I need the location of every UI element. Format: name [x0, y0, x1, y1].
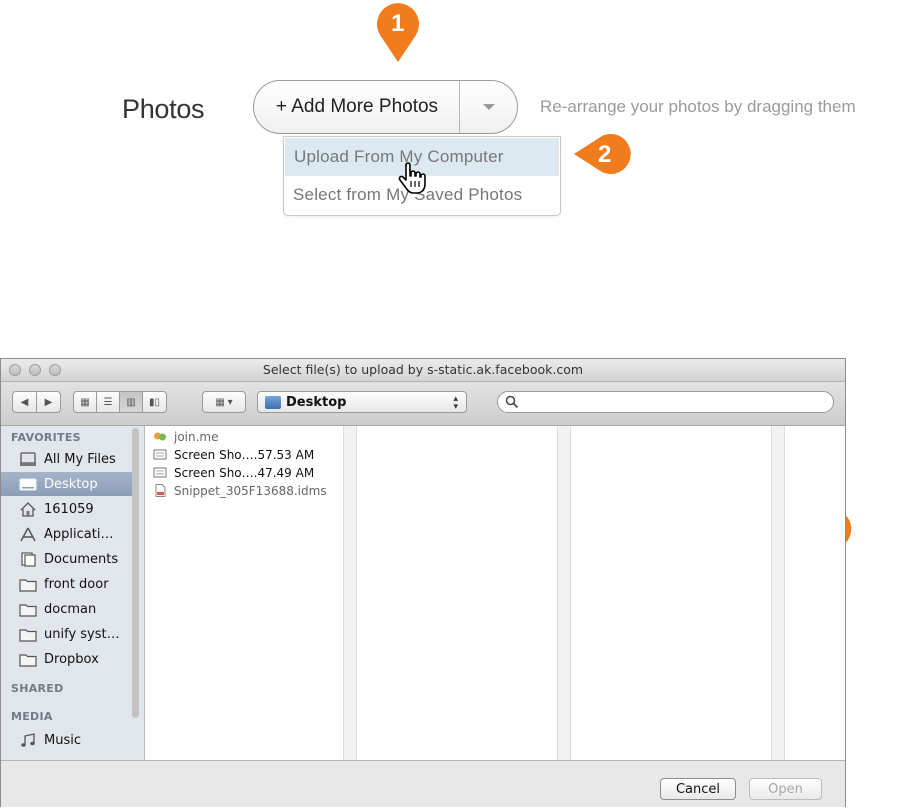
sidebar-item-label: unify syst…	[44, 626, 120, 642]
dialog-title: Select file(s) to upload by s-static.ak.…	[262, 362, 584, 377]
dialog-toolbar: ◀ ▶ ▦ ☰ ▥ ▮▯ ▦ ▾ Desktop ▴ ▾	[1, 382, 845, 426]
view-coverflow-button[interactable]: ▮▯	[142, 391, 167, 413]
arrange-button[interactable]: ▦ ▾	[202, 391, 246, 413]
sidebar-item-label: 161059	[44, 501, 94, 517]
file-name: Screen Sho….57.53 AM	[174, 447, 315, 462]
sidebar-item-label: All My Files	[44, 451, 116, 467]
add-more-photos-button[interactable]: + Add More Photos	[254, 81, 460, 133]
file-name: join.me	[174, 429, 219, 444]
sidebar-header-favorites: FAVORITES	[11, 431, 81, 444]
list-view-icon: ☰	[103, 396, 113, 408]
finder-sidebar: FAVORITES All My Files Desktop 161059 Ap…	[1, 426, 145, 760]
file-item-snippet[interactable]: Snippet_305F13688.idms	[153, 482, 327, 499]
sidebar-item-label: docman	[44, 601, 97, 617]
applications-icon	[20, 527, 36, 541]
split-divider	[459, 81, 460, 133]
view-columns-button[interactable]: ▥	[119, 391, 143, 413]
cancel-button[interactable]: Cancel	[660, 778, 736, 800]
sidebar-item-desktop[interactable]: Desktop	[1, 472, 132, 496]
sidebar-item-music[interactable]: Music	[1, 728, 132, 752]
sidebar-item-label: Desktop	[44, 476, 98, 492]
sidebar-scrollbar[interactable]	[132, 428, 139, 718]
screenshot-icon	[153, 467, 167, 478]
dialog-button-bar: Cancel Open	[1, 760, 845, 807]
arrow-left-icon: ◀	[20, 396, 29, 408]
open-button[interactable]: Open	[749, 778, 822, 800]
file-name: Screen Sho….47.49 AM	[174, 465, 315, 480]
dialog-titlebar: Select file(s) to upload by s-static.ak.…	[1, 359, 845, 382]
sidebar-item-label: Music	[44, 732, 81, 748]
sidebar-item-applications[interactable]: Applicati…	[1, 522, 132, 546]
sidebar-item-front-door[interactable]: front door	[1, 572, 132, 596]
sidebar-item-unify-systems[interactable]: unify syst…	[1, 622, 132, 646]
file-item-join-me[interactable]: join.me	[153, 428, 219, 445]
photos-label: Photos	[122, 94, 205, 124]
callout-1: 1	[374, 2, 422, 64]
location-popup[interactable]: Desktop ▴ ▾	[257, 391, 467, 413]
sidebar-item-label: Documents	[44, 551, 119, 567]
document-icon	[155, 484, 166, 497]
coverflow-view-icon: ▮▯	[148, 396, 160, 408]
file-item-screenshot-1[interactable]: Screen Sho….57.53 AM	[153, 446, 314, 463]
sidebar-item-docman[interactable]: docman	[1, 597, 132, 621]
sidebar-item-dropbox[interactable]: Dropbox	[1, 647, 132, 671]
music-icon	[21, 732, 35, 747]
sidebar-item-label: front door	[44, 576, 109, 592]
column-browser: join.me Screen Sho….57.53 AM Screen Sho……	[145, 426, 845, 760]
arrow-right-icon: ▶	[44, 396, 53, 408]
sidebar-header-shared: SHARED	[11, 682, 64, 695]
search-box	[497, 391, 834, 413]
add-photos-split-button: + Add More Photos	[253, 80, 518, 134]
folder-icon	[19, 653, 37, 667]
screenshot-icon	[153, 449, 167, 460]
folder-icon	[19, 628, 37, 642]
arrange-icon: ▦ ▾	[215, 396, 233, 408]
all-files-icon	[20, 451, 36, 466]
file-item-screenshot-2[interactable]: Screen Sho….47.49 AM	[153, 464, 314, 481]
desktop-folder-icon	[265, 395, 281, 409]
home-icon	[20, 501, 36, 517]
view-icons-button[interactable]: ▦	[73, 391, 97, 413]
forward-button[interactable]: ▶	[36, 391, 61, 413]
grid-view-icon: ▦	[80, 396, 90, 408]
sidebar-item-home[interactable]: 161059	[1, 497, 132, 521]
back-button[interactable]: ◀	[12, 391, 37, 413]
sidebar-item-label: Dropbox	[44, 651, 99, 667]
column-divider[interactable]	[343, 426, 357, 760]
updown-chevron-icon: ▴ ▾	[453, 393, 458, 411]
folder-icon	[19, 603, 37, 617]
app-icon	[154, 432, 166, 441]
sidebar-item-label: Applicati…	[44, 526, 114, 542]
view-list-button[interactable]: ☰	[96, 391, 120, 413]
sidebar-item-documents[interactable]: Documents	[1, 547, 132, 571]
documents-icon	[21, 551, 36, 567]
search-input[interactable]	[523, 392, 833, 412]
sidebar-header-media: MEDIA	[11, 710, 53, 723]
sidebar-item-all-my-files[interactable]: All My Files	[1, 447, 132, 471]
column-divider[interactable]	[557, 426, 571, 760]
add-photos-dropdown-toggle[interactable]	[461, 81, 517, 133]
desktop-icon	[19, 478, 37, 490]
rearrange-hint: Re-arrange your photos by dragging them	[540, 97, 856, 116]
chevron-down-icon	[483, 104, 495, 110]
callout-2: 2	[572, 131, 634, 177]
column-view-icon: ▥	[126, 396, 136, 408]
hand-cursor-icon	[398, 162, 426, 194]
callout-number: 1	[391, 10, 405, 37]
folder-icon	[19, 578, 37, 592]
location-label: Desktop	[286, 394, 347, 410]
file-name: Snippet_305F13688.idms	[174, 483, 327, 498]
column-divider[interactable]	[771, 426, 785, 760]
file-upload-dialog: Select file(s) to upload by s-static.ak.…	[0, 358, 846, 807]
search-icon	[505, 395, 519, 409]
callout-number: 2	[598, 141, 612, 168]
